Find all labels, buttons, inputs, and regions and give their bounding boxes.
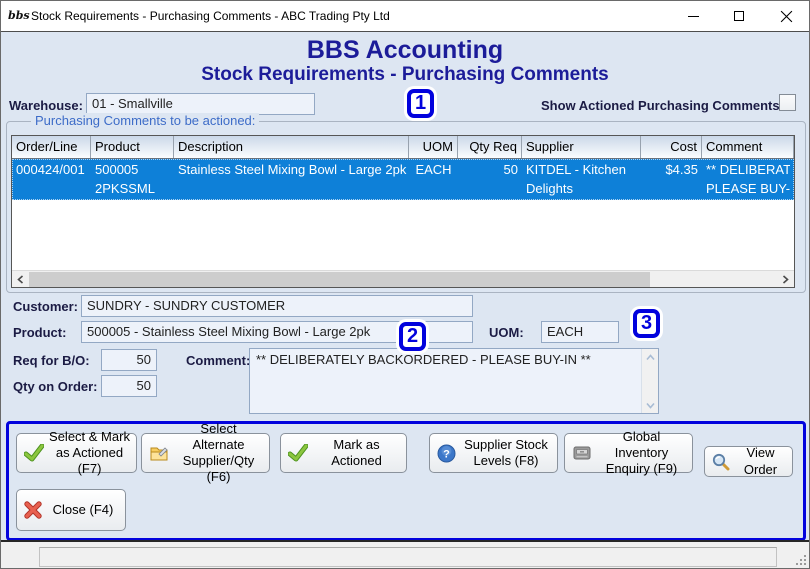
- form-body: BBS Accounting Stock Requirements - Purc…: [1, 31, 809, 542]
- annotation-badge-2: 2: [399, 322, 426, 351]
- status-bar: [1, 540, 809, 568]
- show-actioned-label: Show Actioned Purchasing Comments:: [541, 98, 784, 113]
- red-x-icon: [24, 501, 42, 519]
- col-header-product[interactable]: Product: [91, 136, 174, 158]
- comment-label: Comment:: [186, 353, 251, 368]
- cell-uom: EACH: [415, 162, 452, 177]
- grid-header-row: Order/Line Product Description UOM Qty R…: [12, 136, 794, 159]
- groupbox-label: Purchasing Comments to be actioned:: [31, 113, 260, 128]
- scroll-up-arrow-icon[interactable]: [642, 349, 659, 365]
- purchasing-comments-groupbox: Purchasing Comments to be actioned: Orde…: [6, 113, 806, 351]
- comment-vertical-scrollbar[interactable]: [641, 349, 658, 413]
- app-window: bbs Stock Requirements - Purchasing Comm…: [0, 0, 810, 569]
- col-header-cost[interactable]: Cost: [641, 136, 702, 158]
- col-header-uom[interactable]: UOM: [409, 136, 458, 158]
- cell-product: 500005 2PKSSML: [95, 162, 155, 196]
- col-header-supplier[interactable]: Supplier: [522, 136, 641, 158]
- cell-description: Stainless Steel Mixing Bowl - Large 2pk: [178, 162, 407, 177]
- purchasing-comments-grid: Order/Line Product Description UOM Qty R…: [11, 135, 795, 351]
- annotation-badge-3: 3: [633, 309, 660, 338]
- cash-drawer-icon: [572, 444, 592, 462]
- magnifier-icon: [712, 453, 730, 471]
- minimize-icon: [687, 15, 699, 17]
- select-and-mark-actioned-button[interactable]: Select & Mark as Actioned (F7): [16, 429, 137, 476]
- grid-row-selected[interactable]: 000424/001 500005 2PKSSML Stainless Stee…: [12, 159, 794, 200]
- comment-text: ** DELIBERATELY BACKORDERED - PLEASE BUY…: [256, 352, 591, 367]
- maximize-icon: [734, 11, 744, 21]
- req-for-bo-field[interactable]: 50: [101, 349, 157, 371]
- close-window-button[interactable]: [762, 1, 809, 31]
- cell-qty-req: 50: [503, 162, 518, 177]
- minimize-button[interactable]: [670, 1, 716, 31]
- global-inventory-enquiry-button[interactable]: Global Inventory Enquiry (F9): [564, 429, 693, 476]
- maximize-button[interactable]: [716, 1, 762, 31]
- customer-label: Customer:: [13, 299, 79, 314]
- view-order-label: View Order: [743, 445, 778, 477]
- title-bar: bbs Stock Requirements - Purchasing Comm…: [1, 1, 809, 31]
- select-alternate-supplier-label: Select Alternate Supplier/Qty (F6): [182, 420, 255, 485]
- green-check-icon: [24, 444, 44, 462]
- cell-supplier: KITDEL - Kitchen Delights: [526, 162, 626, 196]
- col-header-comment[interactable]: Comment: [702, 136, 794, 158]
- supplier-stock-levels-button[interactable]: ? Supplier Stock Levels (F8): [429, 433, 558, 473]
- req-for-bo-label: Req for B/O:: [13, 353, 90, 368]
- supplier-stock-levels-label: Supplier Stock Levels (F8): [464, 436, 548, 468]
- resize-grip[interactable]: [794, 553, 806, 565]
- scroll-right-arrow-icon[interactable]: [777, 271, 794, 287]
- grid-horizontal-scrollbar[interactable]: [12, 270, 794, 287]
- uom-label: UOM:: [489, 325, 524, 340]
- qty-on-order-label: Qty on Order:: [13, 379, 98, 394]
- col-header-description[interactable]: Description: [174, 136, 409, 158]
- warehouse-label: Warehouse:: [9, 98, 83, 113]
- cell-comment-line2: PLEASE BUY-IN **: [706, 181, 790, 196]
- status-message-panel: [39, 547, 777, 567]
- view-order-button[interactable]: View Order: [704, 445, 793, 477]
- global-inventory-enquiry-label: Global Inventory Enquiry (F9): [605, 428, 678, 477]
- green-check-icon: [288, 444, 308, 462]
- cell-comment: ** DELIBERATELY BACKORDERED - PLEASE BUY…: [702, 159, 794, 200]
- edit-note-icon: [149, 444, 169, 462]
- cell-comment-line1: ** DELIBERATELY BACKORDERED -: [706, 162, 790, 177]
- mark-as-actioned-label: Mark as Actioned: [331, 436, 382, 468]
- cell-order-line: 000424/001: [16, 162, 85, 177]
- uom-field[interactable]: EACH: [541, 321, 619, 343]
- scroll-down-arrow-icon[interactable]: [642, 397, 659, 413]
- cell-cost: $4.35: [665, 162, 698, 177]
- action-button-panel: Select & Mark as Actioned (F7) Select Al…: [6, 421, 806, 541]
- customer-field[interactable]: SUNDRY - SUNDRY CUSTOMER: [81, 295, 473, 317]
- product-label: Product:: [13, 325, 67, 340]
- annotation-badge-1: 1: [407, 89, 434, 118]
- comment-textarea[interactable]: ** DELIBERATELY BACKORDERED - PLEASE BUY…: [249, 348, 659, 414]
- mark-as-actioned-button[interactable]: Mark as Actioned: [280, 433, 407, 473]
- close-button[interactable]: Close (F4): [16, 489, 126, 531]
- close-icon: [780, 10, 793, 22]
- select-alternate-supplier-button[interactable]: Select Alternate Supplier/Qty (F6): [141, 421, 270, 484]
- app-title: BBS Accounting: [306, 36, 504, 64]
- svg-text:?: ?: [443, 448, 450, 460]
- app-logo-icon: bbs: [8, 9, 30, 22]
- window-title: Stock Requirements - Purchasing Comments…: [31, 9, 390, 23]
- col-header-order-line[interactable]: Order/Line: [12, 136, 91, 158]
- col-header-qty-req[interactable]: Qty Req: [458, 136, 522, 158]
- show-actioned-checkbox[interactable]: [779, 94, 796, 111]
- screen-title: Stock Requirements - Purchasing Comments: [201, 64, 609, 85]
- warehouse-field[interactable]: 01 - Smallville: [86, 93, 315, 115]
- scrollbar-thumb[interactable]: [29, 272, 650, 287]
- select-and-mark-actioned-label: Select & Mark as Actioned (F7): [49, 428, 130, 477]
- scroll-left-arrow-icon[interactable]: [12, 271, 29, 287]
- close-label: Close (F4): [52, 501, 114, 517]
- qty-on-order-field[interactable]: 50: [101, 375, 157, 397]
- question-mark-icon: ?: [437, 444, 456, 463]
